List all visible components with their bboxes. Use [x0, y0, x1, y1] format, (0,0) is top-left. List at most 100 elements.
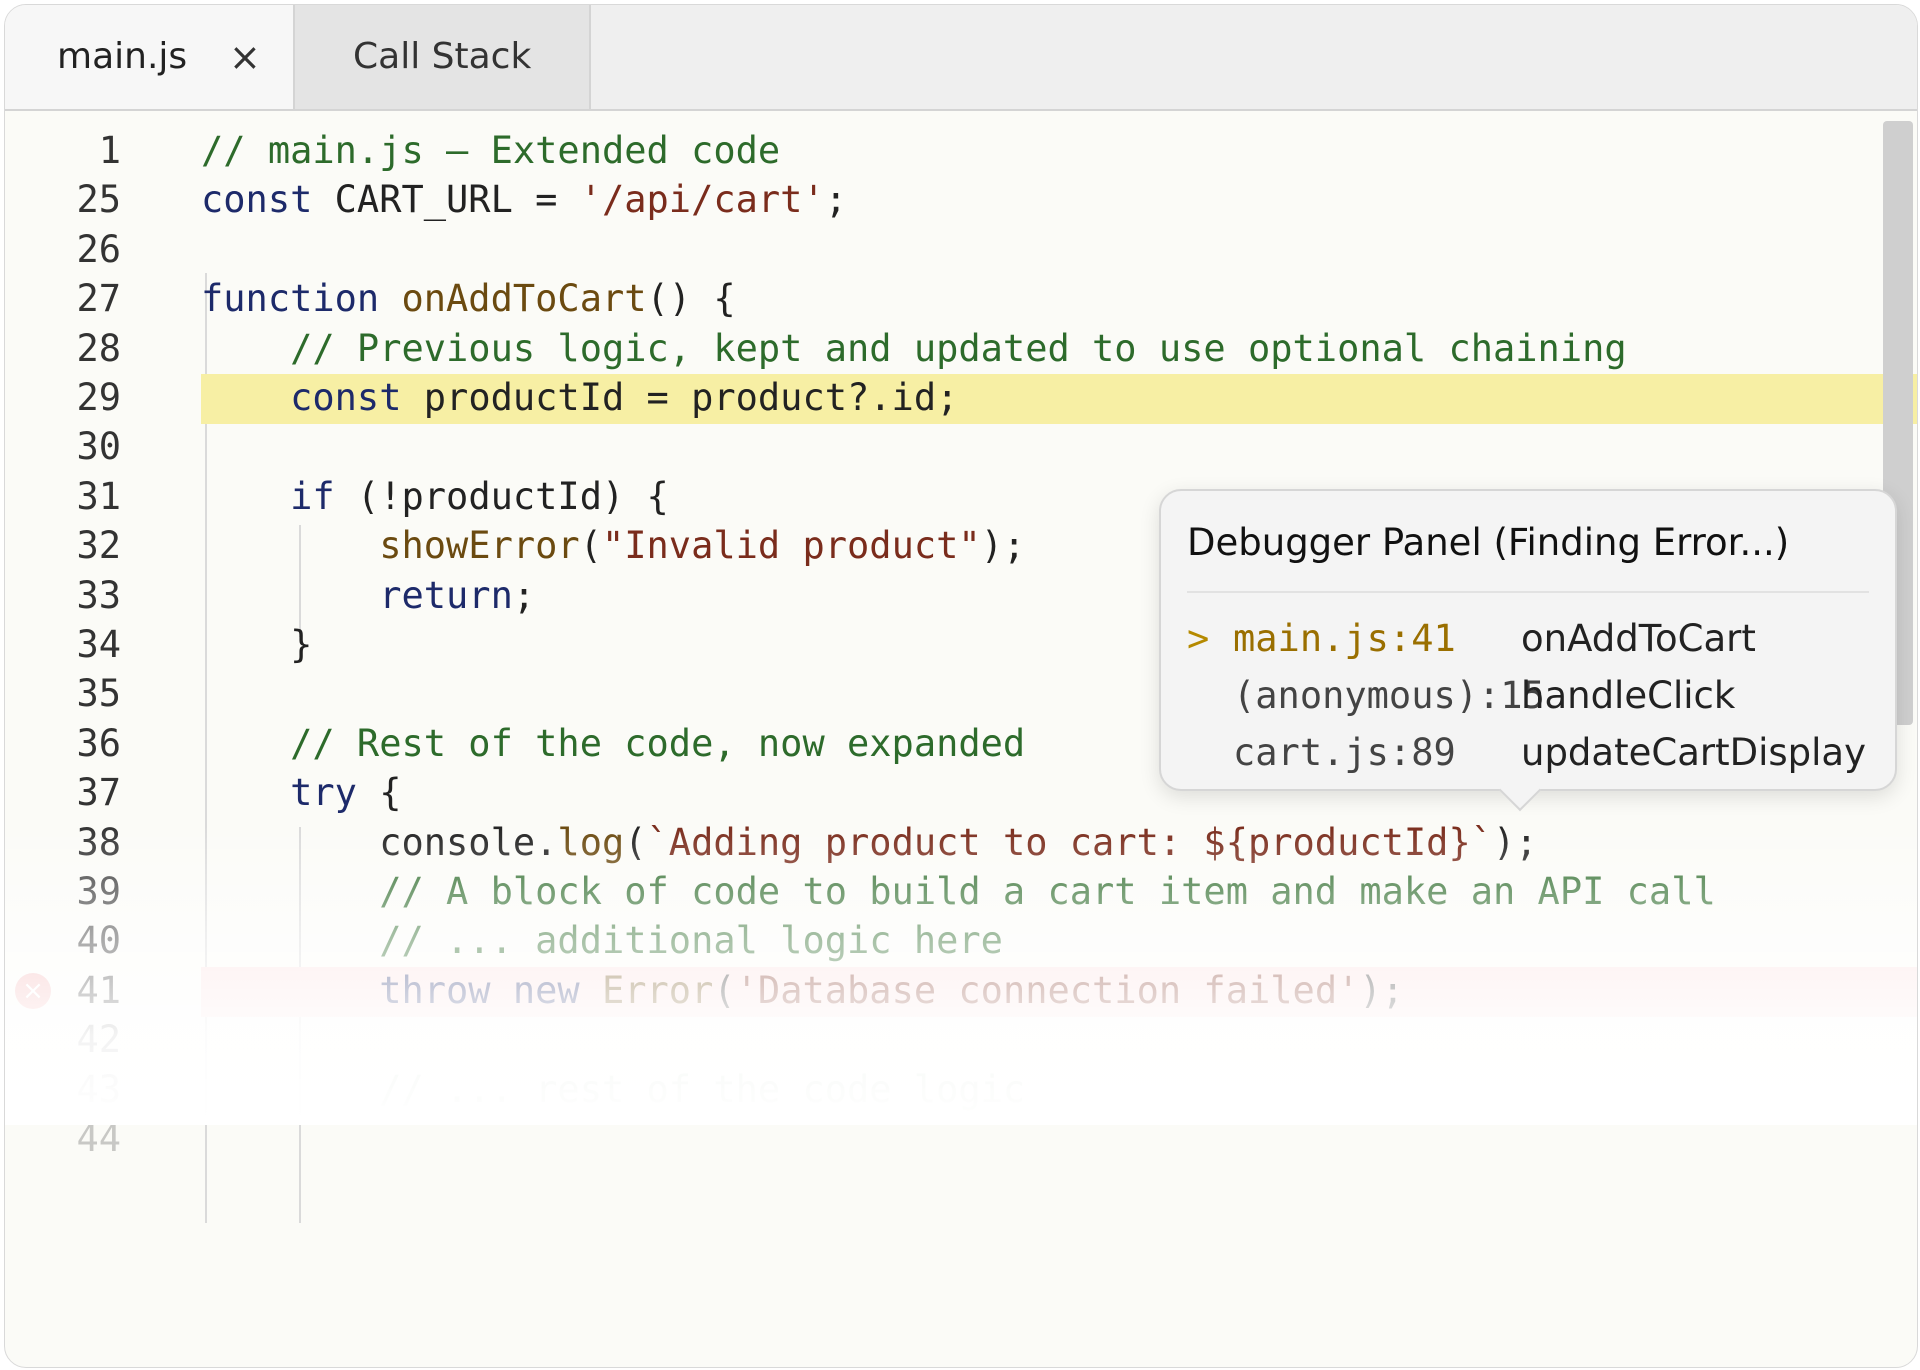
- code-token: Error: [601, 968, 714, 1012]
- code-text: if (!productId) {: [201, 473, 669, 521]
- code-line[interactable]: × 41 throw new Error('Database connection…: [5, 966, 1917, 1017]
- line-number[interactable]: 38: [5, 819, 121, 867]
- code-text: try {: [201, 769, 402, 817]
- code-token: // main.js – Extended code: [201, 129, 781, 172]
- code-line[interactable]: 40 // ... additional logic here: [5, 917, 1917, 965]
- code-token: // A block of code to build a cart item …: [201, 870, 1716, 913]
- code-text: throw new Error('Database connection fai…: [201, 967, 1404, 1015]
- code-token: const: [201, 376, 424, 419]
- code-line[interactable]: 30: [5, 423, 1917, 471]
- code-token: );: [1359, 968, 1404, 1012]
- line-number[interactable]: 31: [5, 473, 121, 521]
- code-token: throw new: [201, 968, 602, 1012]
- line-number[interactable]: 30: [5, 423, 121, 471]
- close-icon[interactable]: ×: [229, 5, 261, 109]
- code-token: productId = product?.id;: [423, 376, 959, 419]
- code-token: (: [579, 524, 602, 568]
- code-text: // A block of code to build a cart item …: [201, 868, 1716, 916]
- line-number[interactable]: 28: [5, 325, 121, 373]
- line-number[interactable]: 29: [5, 374, 121, 422]
- code-token: }: [201, 623, 313, 666]
- code-line[interactable]: 25 const CART_URL = '/api/cart';: [5, 176, 1917, 224]
- line-number[interactable]: 42: [5, 1016, 121, 1064]
- code-line[interactable]: 29 const productId = product?.id;: [5, 374, 1917, 424]
- code-token: // ... additional logic here: [201, 919, 1003, 963]
- code-token: (: [624, 820, 647, 864]
- code-token: log: [557, 820, 625, 864]
- tab-bar: main.js × Call Stack: [5, 5, 1917, 111]
- code-token: // Rest of the code, now expanded: [201, 721, 1026, 765]
- code-text: showError("Invalid product");: [201, 522, 1025, 570]
- code-token: // ... rest of the code logic: [201, 1067, 1026, 1111]
- line-number[interactable]: 34: [5, 621, 121, 669]
- code-token: const: [201, 178, 335, 222]
- code-token: '/api/cart': [579, 178, 825, 222]
- code-text: // main.js – Extended code: [201, 127, 780, 175]
- line-number[interactable]: 39: [5, 868, 121, 916]
- line-number[interactable]: 33: [5, 572, 121, 620]
- frame-location: main.js:41: [1233, 617, 1456, 660]
- line-number[interactable]: 40: [5, 917, 121, 965]
- line-number[interactable]: 32: [5, 522, 121, 570]
- code-line[interactable]: 26: [5, 226, 1917, 274]
- code-line[interactable]: 44: [5, 1115, 1917, 1163]
- code-text: function onAddToCart() {: [201, 275, 736, 323]
- code-text: console.log(`Adding product to cart: ${p…: [201, 819, 1538, 867]
- code-token: try: [201, 771, 380, 815]
- code-token: );: [980, 524, 1026, 568]
- line-number[interactable]: 37: [5, 769, 121, 817]
- line-number[interactable]: 36: [5, 720, 121, 768]
- debugger-panel: Debugger Panel (Finding Error...) > main.…: [1159, 489, 1897, 812]
- debugger-title: Debugger Panel (Finding Error...): [1187, 521, 1790, 564]
- line-number[interactable]: 27: [5, 275, 121, 323]
- code-line[interactable]: 27 function onAddToCart() {: [5, 275, 1917, 323]
- tab-main-js[interactable]: main.js ×: [5, 5, 295, 109]
- code-token: ;: [512, 573, 536, 617]
- line-number[interactable]: 26: [5, 226, 121, 274]
- line-number[interactable]: 35: [5, 670, 121, 718]
- line-number[interactable]: 41: [5, 967, 121, 1015]
- code-text: const productId = product?.id;: [201, 374, 958, 422]
- line-number[interactable]: 25: [5, 176, 121, 224]
- code-token: );: [1493, 820, 1538, 864]
- code-token: showError: [201, 524, 580, 568]
- tab-call-stack[interactable]: Call Stack: [295, 5, 591, 109]
- code-token: return: [201, 573, 513, 617]
- code-token: onAddToCart: [401, 277, 647, 321]
- tab-label: Call Stack: [353, 36, 532, 77]
- code-token: (!productId) {: [356, 474, 669, 518]
- code-text: // ... rest of the code logic: [201, 1066, 1025, 1114]
- code-token: console.: [201, 820, 558, 864]
- tab-label: main.js: [57, 36, 188, 77]
- code-token: CART_URL =: [334, 178, 580, 222]
- code-line[interactable]: 38 console.log(`Adding product to cart: …: [5, 819, 1917, 867]
- code-text: const CART_URL = '/api/cart';: [201, 176, 847, 224]
- code-token: `Adding product to cart: ${productId}`: [646, 820, 1494, 864]
- code-line[interactable]: 43 // ... rest of the code logic: [5, 1066, 1917, 1114]
- frame-location: cart.js:89: [1233, 731, 1456, 774]
- code-token: ;: [824, 178, 848, 222]
- frame-function: updateCartDisplay: [1521, 731, 1866, 774]
- code-token: function: [201, 277, 402, 321]
- code-line[interactable]: 39 // A block of code to build a cart it…: [5, 868, 1917, 916]
- code-token: () {: [646, 277, 736, 321]
- divider: [1187, 591, 1869, 593]
- ide-window: main.js × Call Stack 1 // main.js – Exten…: [4, 4, 1918, 1368]
- code-token: {: [379, 771, 402, 815]
- line-number[interactable]: 44: [5, 1115, 121, 1163]
- frame-function: handleClick: [1521, 674, 1736, 717]
- code-text: }: [201, 621, 312, 669]
- code-line[interactable]: 28 // Previous logic, kept and updated t…: [5, 325, 1917, 373]
- code-text: return;: [201, 572, 535, 620]
- code-line[interactable]: 42: [5, 1016, 1917, 1064]
- code-token: "Invalid product": [601, 524, 981, 568]
- line-number[interactable]: 1: [5, 127, 121, 175]
- code-token: (: [713, 968, 736, 1012]
- code-line[interactable]: 1 // main.js – Extended code: [5, 127, 1917, 175]
- code-text: // ... additional logic here: [201, 917, 1003, 965]
- frame-function: onAddToCart: [1521, 617, 1756, 660]
- chevron-right-icon: >: [1187, 617, 1210, 660]
- frame-location: (anonymous):15: [1233, 674, 1545, 717]
- code-token: 'Database connection failed': [735, 968, 1360, 1012]
- line-number[interactable]: 43: [5, 1066, 121, 1114]
